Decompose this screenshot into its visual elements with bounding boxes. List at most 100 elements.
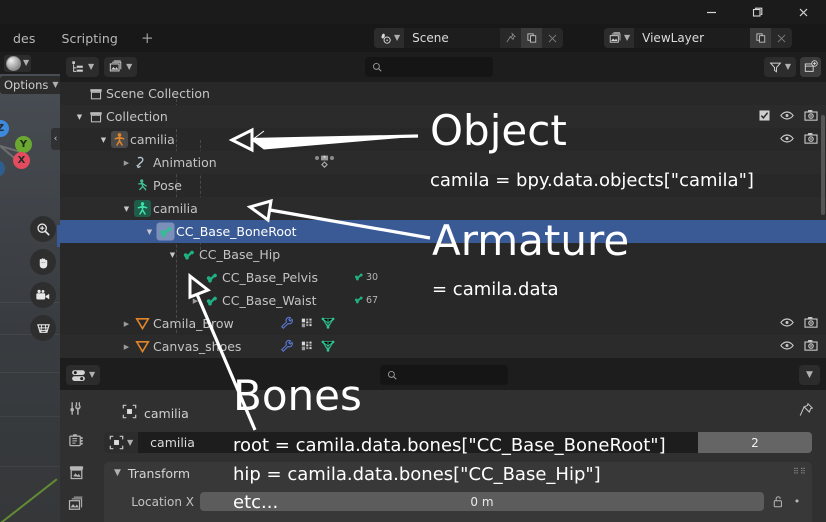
- disclosure-triangle-icon[interactable]: ▶: [189, 297, 202, 305]
- view-layer-browse-button[interactable]: ▼: [604, 28, 635, 48]
- axis-z-negative[interactable]: [0, 160, 5, 177]
- scene-duplicate-button[interactable]: [521, 28, 543, 48]
- outliner-row-collection[interactable]: ▼ Collection: [60, 105, 826, 128]
- checkbox-icon[interactable]: [759, 109, 770, 124]
- view-layer-name-field[interactable]: ViewLayer: [634, 28, 751, 48]
- render-tab[interactable]: [68, 432, 85, 449]
- outliner-row-label: Pose: [153, 178, 182, 193]
- outliner-scrollbar[interactable]: [821, 115, 825, 215]
- eye-icon[interactable]: [780, 132, 794, 147]
- properties-content: camilia ▼ camilia 2 ▼ Transform ⠿⠿ Locat…: [92, 390, 826, 522]
- printer-icon: [69, 466, 83, 480]
- add-workspace-button[interactable]: +: [131, 24, 164, 52]
- scene-name-field[interactable]: Scene: [404, 28, 501, 48]
- transform-panel-header[interactable]: ▼ Transform ⠿⠿: [104, 462, 812, 485]
- shading-mode-selector[interactable]: ▼: [4, 54, 32, 72]
- tool-tab[interactable]: [68, 400, 85, 417]
- scene-pin-button[interactable]: [500, 28, 521, 48]
- outliner-row-armature-data[interactable]: ▼ camilia: [60, 197, 826, 220]
- outliner-row-pose[interactable]: Pose: [60, 174, 826, 197]
- disclosure-triangle-icon[interactable]: ▼: [97, 136, 110, 144]
- material-icon[interactable]: [301, 340, 314, 356]
- axis-z[interactable]: Z: [0, 120, 9, 137]
- camera-icon[interactable]: [804, 109, 818, 124]
- eye-icon[interactable]: [780, 316, 794, 331]
- close-button[interactable]: [780, 0, 826, 24]
- disclosure-triangle-icon[interactable]: ▶: [120, 343, 133, 351]
- workspace-tab-scripting[interactable]: Scripting: [48, 24, 131, 52]
- camera-icon[interactable]: [804, 316, 818, 331]
- outliner-row-label: Collection: [106, 109, 168, 124]
- outliner-row-animation[interactable]: ▶ Animation: [60, 151, 826, 174]
- outliner-row-bone-waist[interactable]: ▶ CC_Base_Waist 67: [60, 289, 826, 312]
- navigation-gizmo[interactable]: Z Y X: [0, 120, 48, 182]
- disclosure-triangle-icon[interactable]: ▼: [73, 113, 86, 121]
- shading-sphere-icon: [6, 55, 21, 71]
- toggle-perspective-button[interactable]: [30, 315, 56, 341]
- outliner-row-bone-boneroot[interactable]: ▼ CC_Base_BoneRoot: [60, 220, 826, 243]
- scene-browse-button[interactable]: ▼: [374, 28, 405, 48]
- output-tab[interactable]: [68, 464, 85, 481]
- zoom-button[interactable]: [30, 216, 56, 242]
- mesh-data-icon[interactable]: [321, 316, 335, 333]
- outliner-row-object-canvas-shoes[interactable]: ▶ Canvas_shoes: [60, 335, 826, 358]
- collection-icon: [86, 110, 105, 124]
- modifier-wrench-icon[interactable]: [280, 339, 294, 356]
- outliner-display-mode-button[interactable]: ▼: [104, 57, 138, 77]
- chevron-down-icon[interactable]: ▼: [114, 469, 121, 478]
- viewport-3d[interactable]: Z Y X ‹ ▼ Options ▼: [0, 52, 60, 522]
- scene-delete-button[interactable]: [542, 28, 563, 48]
- outliner-row-object-camilia[interactable]: ▼ camilia: [60, 128, 826, 151]
- material-icon[interactable]: [301, 317, 314, 333]
- disclosure-triangle-icon[interactable]: ▼: [120, 205, 133, 213]
- grip-dots-icon[interactable]: ⠿⠿: [793, 468, 806, 477]
- outliner-search-input[interactable]: [365, 57, 493, 77]
- outliner-filter-button[interactable]: ▼: [763, 57, 796, 77]
- outliner-row-scene-collection[interactable]: Scene Collection: [60, 82, 826, 105]
- pan-button[interactable]: [30, 249, 56, 275]
- properties-header-menu-button[interactable]: ▼: [799, 365, 820, 385]
- properties-editor-type-button[interactable]: ▼: [66, 365, 101, 385]
- outliner-row-bone-hip[interactable]: ▼ CC_Base_Hip: [60, 243, 826, 266]
- armature-data-icon: [133, 200, 152, 217]
- datablock-name-field[interactable]: camilia: [138, 432, 698, 453]
- new-collection-button[interactable]: [800, 57, 821, 77]
- outliner-row-label: Scene Collection: [106, 86, 210, 101]
- outliner-editor-type-button[interactable]: ▼: [66, 57, 100, 77]
- modifier-wrench-icon[interactable]: [280, 316, 294, 333]
- properties-tab-strip: [60, 390, 92, 522]
- axis-y[interactable]: Y: [15, 136, 32, 153]
- tool-icon: [69, 402, 81, 415]
- camera-icon[interactable]: [804, 339, 818, 354]
- eye-icon[interactable]: [780, 339, 794, 354]
- viewport-options-dropdown[interactable]: Options ▼: [0, 76, 60, 94]
- view-layer-delete-button[interactable]: [771, 28, 792, 48]
- minimize-button[interactable]: [688, 0, 734, 24]
- viewport-sidebar-toggle[interactable]: ‹: [51, 128, 60, 150]
- unlock-icon[interactable]: [770, 495, 786, 508]
- camera-view-button[interactable]: [30, 282, 56, 308]
- disclosure-triangle-icon[interactable]: ▼: [143, 228, 156, 236]
- properties-pin-button[interactable]: [799, 402, 814, 421]
- location-x-input[interactable]: 0 m: [200, 492, 764, 511]
- mesh-data-icon[interactable]: [321, 339, 335, 356]
- scene-selector[interactable]: ▼ Scene: [374, 28, 564, 48]
- datablock-users-count[interactable]: 2: [698, 432, 812, 453]
- disclosure-triangle-icon[interactable]: ▼: [166, 251, 179, 259]
- disclosure-triangle-icon[interactable]: ▶: [120, 320, 133, 328]
- animate-dot-icon[interactable]: •: [792, 495, 802, 508]
- outliner-row-object-camila-brow[interactable]: ▶ Camila_Brow: [60, 312, 826, 335]
- view-layer-tab[interactable]: [68, 496, 85, 513]
- outliner-row-bone-pelvis[interactable]: CC_Base_Pelvis 30: [60, 266, 826, 289]
- properties-search-input[interactable]: [380, 365, 508, 385]
- view-layer-selector[interactable]: ▼ ViewLayer: [604, 28, 793, 48]
- camera-icon[interactable]: [804, 132, 818, 147]
- maximize-button[interactable]: [734, 0, 780, 24]
- disclosure-triangle-icon[interactable]: ▶: [120, 159, 133, 167]
- datablock-browse-button[interactable]: ▼: [104, 432, 139, 453]
- workspace-tab-0[interactable]: des: [0, 24, 48, 52]
- eye-icon[interactable]: [780, 109, 794, 124]
- search-icon: [372, 62, 382, 72]
- axis-x[interactable]: X: [13, 152, 30, 169]
- view-layer-duplicate-button[interactable]: [750, 28, 772, 48]
